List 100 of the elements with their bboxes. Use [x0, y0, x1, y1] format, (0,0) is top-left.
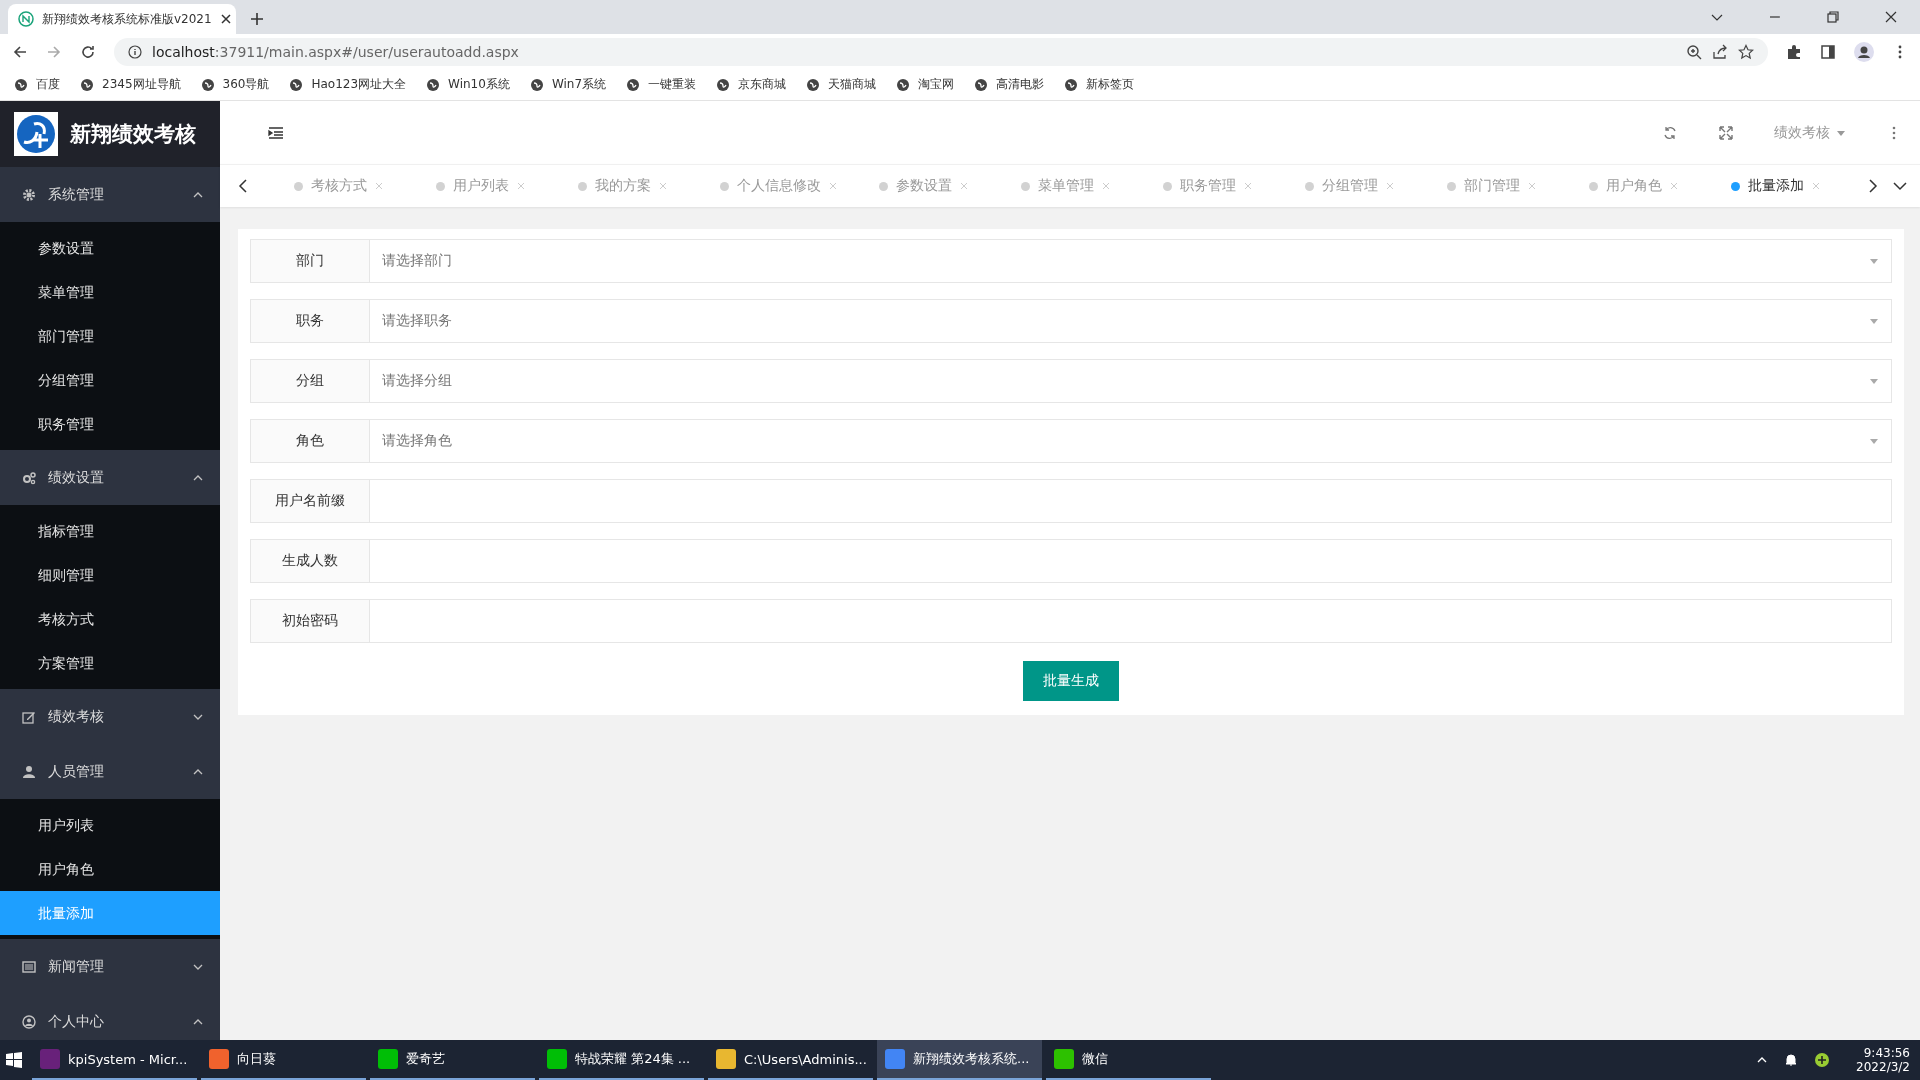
user-icon	[22, 764, 36, 779]
globe-icon	[200, 77, 215, 92]
status-dot-icon	[720, 181, 729, 191]
status-dot-icon	[578, 181, 587, 191]
taskbar-app[interactable]: 特战荣耀 第24集 ...	[539, 1040, 704, 1080]
logo-icon	[14, 112, 58, 156]
globe-icon	[974, 77, 989, 92]
menu-icon[interactable]	[268, 124, 284, 141]
bookmark-link[interactable]: 新标签页	[1064, 76, 1135, 93]
app-icon	[40, 1049, 60, 1069]
bookmark-link[interactable]: 百度	[14, 76, 60, 93]
browser-tab-title: 新翔绩效考核系统标准版v2021	[42, 10, 212, 28]
user-circle-icon	[22, 1014, 36, 1029]
reload-icon[interactable]	[80, 43, 96, 60]
taskbar-app[interactable]: kpiSystem - Micr...	[32, 1040, 197, 1080]
bookmark-link[interactable]: 高清电影	[974, 76, 1045, 93]
browser-tab[interactable]: 新翔绩效考核系统标准版v2021	[8, 4, 236, 34]
app-icon	[1054, 1049, 1074, 1069]
taskbar-app[interactable]: C:\Users\Adminis...	[708, 1040, 873, 1080]
app-icon	[716, 1049, 736, 1069]
sidebar-item[interactable]: 用户角色	[0, 847, 220, 891]
plus-circle-icon[interactable]	[1814, 1052, 1831, 1068]
app-icon	[378, 1049, 398, 1069]
restore-icon[interactable]	[1826, 10, 1840, 24]
sidebar-group[interactable]: 新闻管理	[0, 939, 220, 994]
bell-icon[interactable]	[1784, 1053, 1799, 1067]
sidebar-item[interactable]: 指标管理	[0, 509, 220, 553]
bookmark-link[interactable]: 京东商城	[716, 76, 787, 93]
side-panel-icon[interactable]	[1820, 43, 1836, 60]
globe-icon	[626, 77, 641, 92]
taskbar-app[interactable]: 微信	[1046, 1040, 1211, 1080]
bookmark-link[interactable]: 天猫商城	[806, 76, 877, 93]
globe-icon	[529, 77, 544, 92]
fullscreen-icon[interactable]	[1718, 124, 1734, 141]
status-dot-icon	[436, 181, 445, 191]
status-dot-icon	[1163, 181, 1172, 191]
clock-time: 9:43:56	[1863, 1046, 1910, 1060]
puzzle-piece-icon[interactable]	[1786, 43, 1802, 60]
app-icon	[547, 1049, 567, 1069]
profile-avatar-icon[interactable]	[1854, 41, 1874, 62]
zoom-in-icon[interactable]	[1686, 43, 1702, 60]
page-tab[interactable]: 批量添加	[1701, 165, 1843, 207]
bookmark-link[interactable]: Win7系统	[529, 76, 607, 93]
sidebar-item[interactable]: 参数设置	[0, 226, 220, 270]
globe-icon	[896, 77, 911, 92]
address-bar[interactable]: localhost:37911/main.aspx#/user/userautoadd.aspx	[114, 37, 1768, 66]
app-icon	[209, 1049, 229, 1069]
status-dot-icon	[1447, 181, 1456, 191]
back-arrow-icon[interactable]	[12, 43, 28, 60]
globe-icon	[14, 77, 28, 92]
sidebar-item[interactable]: 方案管理	[0, 641, 220, 685]
app-icon	[885, 1049, 905, 1069]
refresh-icon[interactable]	[1662, 124, 1678, 141]
new-tab-icon[interactable]	[250, 12, 264, 26]
status-dot-icon	[879, 181, 888, 191]
sidebar-item[interactable]: 用户列表	[0, 803, 220, 847]
sidebar-item[interactable]: 分组管理	[0, 358, 220, 402]
bookmark-link[interactable]: Win10系统	[426, 76, 510, 93]
globe-icon	[289, 77, 304, 92]
sidebar-item[interactable]: 考核方式	[0, 597, 220, 641]
close-icon[interactable]	[219, 13, 232, 25]
bookmark-link[interactable]: 2345网址导航	[80, 76, 181, 93]
globe-icon	[806, 77, 821, 92]
clock-date: 2022/3/2	[1856, 1060, 1910, 1074]
close-icon[interactable]	[1884, 10, 1898, 24]
taskbar-app[interactable]: 向日葵	[201, 1040, 366, 1080]
app-title: 新翔绩效考核	[70, 121, 196, 148]
share-icon[interactable]	[1712, 43, 1728, 60]
sidebar-item[interactable]: 菜单管理	[0, 270, 220, 314]
taskbar-app[interactable]: 新翔绩效考核系统...	[877, 1040, 1042, 1080]
sidebar-group[interactable]: 个人中心	[0, 994, 220, 1040]
taskbar-app[interactable]: 爱奇艺	[370, 1040, 535, 1080]
generate-button[interactable]: 批量生成	[1023, 661, 1119, 701]
sidebar-item[interactable]: 部门管理	[0, 314, 220, 358]
sidebar-group[interactable]: 系统管理	[0, 167, 220, 222]
status-dot-icon	[1021, 181, 1030, 191]
globe-icon	[1064, 77, 1079, 92]
globe-icon	[426, 77, 441, 92]
status-dot-icon	[1731, 181, 1740, 191]
status-dot-icon	[294, 181, 303, 191]
newspaper-icon	[22, 959, 36, 974]
gears-icon	[22, 470, 36, 485]
windows-start-icon[interactable]	[6, 1052, 22, 1068]
info-icon	[128, 44, 142, 59]
edit-icon	[22, 709, 36, 724]
star-icon[interactable]	[1738, 43, 1754, 60]
gear-icon	[22, 187, 36, 202]
bookmark-link[interactable]: Hao123网址大全	[289, 76, 407, 93]
bookmark-link[interactable]: 一键重装	[626, 76, 697, 93]
status-dot-icon	[1305, 181, 1314, 191]
globe-icon	[716, 77, 731, 92]
sidebar-item[interactable]: 职务管理	[0, 402, 220, 446]
sidebar-item[interactable]: 细则管理	[0, 553, 220, 597]
status-dot-icon	[1589, 181, 1598, 191]
bookmark-link[interactable]: 360导航	[200, 76, 270, 93]
sidebar-group[interactable]: 绩效设置	[0, 450, 220, 505]
bookmark-link[interactable]: 淘宝网	[896, 76, 955, 93]
globe-icon	[80, 77, 94, 92]
sidebar-group[interactable]: 绩效考核	[0, 689, 220, 744]
sidebar-group[interactable]: 人员管理	[0, 744, 220, 799]
